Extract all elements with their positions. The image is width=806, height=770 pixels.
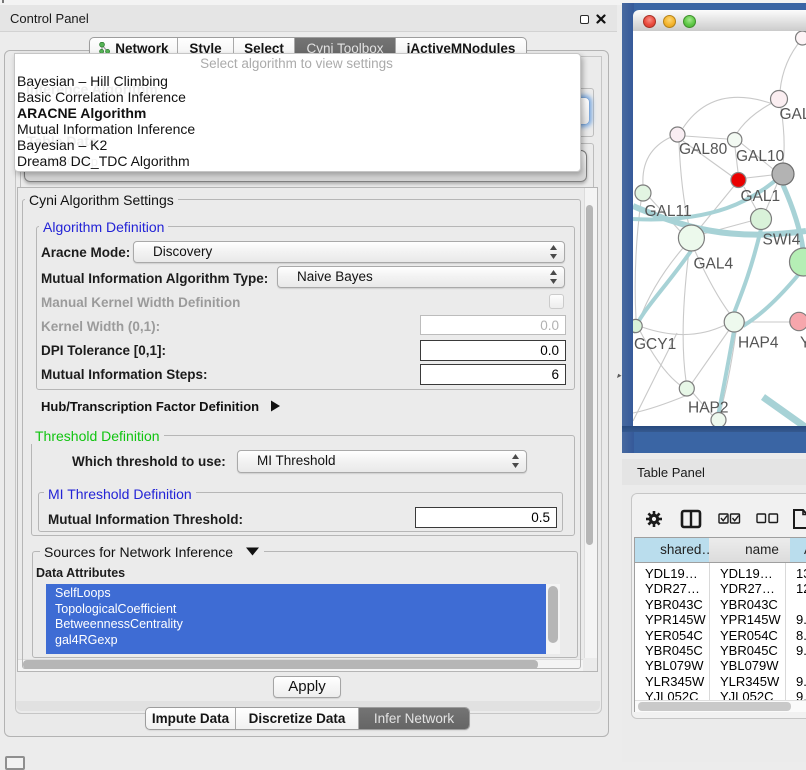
svg-text:GAL80: GAL80	[679, 141, 728, 158]
svg-text:GAL11: GAL11	[645, 203, 692, 220]
svg-text:GAL1: GAL1	[741, 188, 781, 205]
svg-text:Y: Y	[800, 335, 806, 352]
svg-text:GAL7: GAL7	[780, 106, 806, 123]
svg-text:GAL4: GAL4	[694, 256, 734, 273]
svg-text:SWI4: SWI4	[763, 232, 801, 249]
svg-text:HAP2: HAP2	[688, 400, 729, 417]
svg-text:GCY1: GCY1	[634, 336, 676, 353]
svg-text:HAP4: HAP4	[738, 335, 779, 352]
svg-text:GAL10: GAL10	[736, 148, 785, 165]
